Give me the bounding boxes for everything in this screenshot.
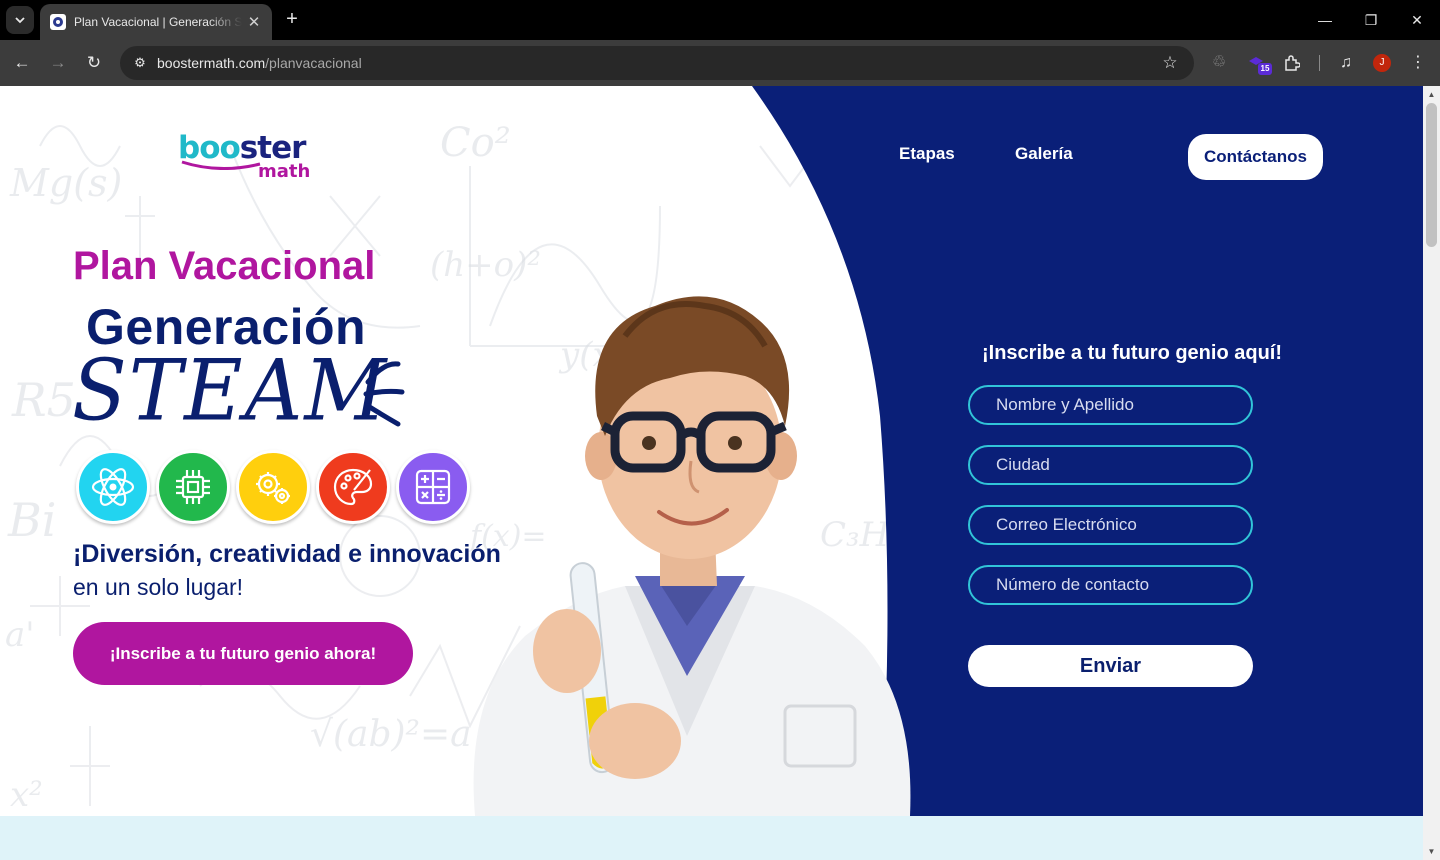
url-path: /planvacacional xyxy=(265,55,362,71)
plan-vacacional-title: Plan Vacacional xyxy=(73,244,376,288)
enroll-now-button[interactable]: ¡Inscribe a tu futuro genio ahora! xyxy=(73,622,413,685)
recycle-extension-icon[interactable]: ♲ xyxy=(1205,49,1233,77)
phone-input[interactable] xyxy=(968,565,1253,605)
close-window-icon[interactable]: ✕ xyxy=(1394,6,1440,34)
steam-icon-row xyxy=(76,450,476,526)
extension-icon[interactable]: 15 xyxy=(1244,49,1272,77)
submit-button[interactable]: Enviar xyxy=(968,645,1253,687)
scroll-up-icon[interactable]: ▲ xyxy=(1423,86,1440,103)
kid-scientist-photo xyxy=(473,296,911,816)
logo-text-math: math xyxy=(258,161,311,182)
scroll-down-icon[interactable]: ▼ xyxy=(1423,843,1440,860)
tab-search-button[interactable] xyxy=(6,6,34,34)
minimize-icon[interactable]: — xyxy=(1302,6,1348,34)
atom-icon xyxy=(76,450,150,524)
profile-avatar[interactable]: J xyxy=(1373,54,1391,72)
url-text[interactable]: boostermath.com/planvacacional xyxy=(157,55,362,71)
site-info-icon[interactable]: ⚙ xyxy=(128,51,152,75)
url-host: boostermath.com xyxy=(157,55,266,71)
nav-link-etapas[interactable]: Etapas xyxy=(899,144,955,164)
back-arrow-icon[interactable]: ← xyxy=(8,49,36,77)
hero-section: Mg(s) Co² (h+o)² R5 Bi √(ab)²=a f(x)= y(… xyxy=(0,86,1423,816)
nav-link-galeria[interactable]: Galería xyxy=(1015,144,1073,164)
menu-kebab-icon[interactable]: ⋮ xyxy=(1404,49,1432,77)
booster-math-logo[interactable]: booster math xyxy=(178,130,318,186)
email-input[interactable] xyxy=(968,505,1253,545)
page-scrollbar[interactable]: ▲ ▼ xyxy=(1423,86,1440,860)
contact-button[interactable]: Contáctanos xyxy=(1188,134,1323,180)
city-input[interactable] xyxy=(968,445,1253,485)
logo-swoosh xyxy=(181,160,261,170)
bookmark-star-icon[interactable]: ☆ xyxy=(1158,51,1182,75)
scrollbar-thumb[interactable] xyxy=(1426,103,1437,247)
browser-tab-bar: Plan Vacacional | Generación STEAM ✕ + —… xyxy=(0,0,1440,40)
page-viewport: Mg(s) Co² (h+o)² R5 Bi √(ab)²=a f(x)= y(… xyxy=(0,86,1440,860)
media-queue-icon[interactable]: ♫ xyxy=(1332,49,1360,77)
gears-icon xyxy=(236,450,310,524)
chevron-down-icon xyxy=(15,17,25,24)
hero-tagline: ¡Diversión, creatividad e innovación xyxy=(73,540,501,568)
steam-script-title: STEAM xyxy=(72,342,389,440)
toolbar-divider xyxy=(1319,55,1320,71)
favicon-icon xyxy=(50,14,66,30)
address-bar[interactable]: ⚙ boostermath.com/planvacacional ☆ xyxy=(120,46,1194,80)
chip-icon xyxy=(156,450,230,524)
extension-badge: 15 xyxy=(1258,63,1272,75)
hero-subline: en un solo lugar! xyxy=(73,574,244,600)
form-title: ¡Inscribe a tu futuro genio aquí! xyxy=(982,342,1282,364)
browser-tab-active[interactable]: Plan Vacacional | Generación STEAM ✕ xyxy=(40,4,272,40)
new-tab-button[interactable]: + xyxy=(280,8,304,32)
sparkle-lines-icon xyxy=(363,361,405,427)
reload-icon[interactable]: ↻ xyxy=(80,49,108,77)
palette-icon xyxy=(316,450,390,524)
name-input[interactable] xyxy=(968,385,1253,425)
puzzle-icon[interactable] xyxy=(1278,49,1306,77)
restore-icon[interactable]: ❐ xyxy=(1348,6,1394,34)
forward-arrow-icon[interactable]: → xyxy=(44,49,72,77)
browser-toolbar: ← → ↻ ⚙ boostermath.com/planvacacional ☆… xyxy=(0,40,1440,86)
close-tab-icon[interactable]: ✕ xyxy=(246,13,262,31)
tab-title: Plan Vacacional | Generación STEAM xyxy=(74,15,242,29)
next-section-band xyxy=(0,816,1423,860)
